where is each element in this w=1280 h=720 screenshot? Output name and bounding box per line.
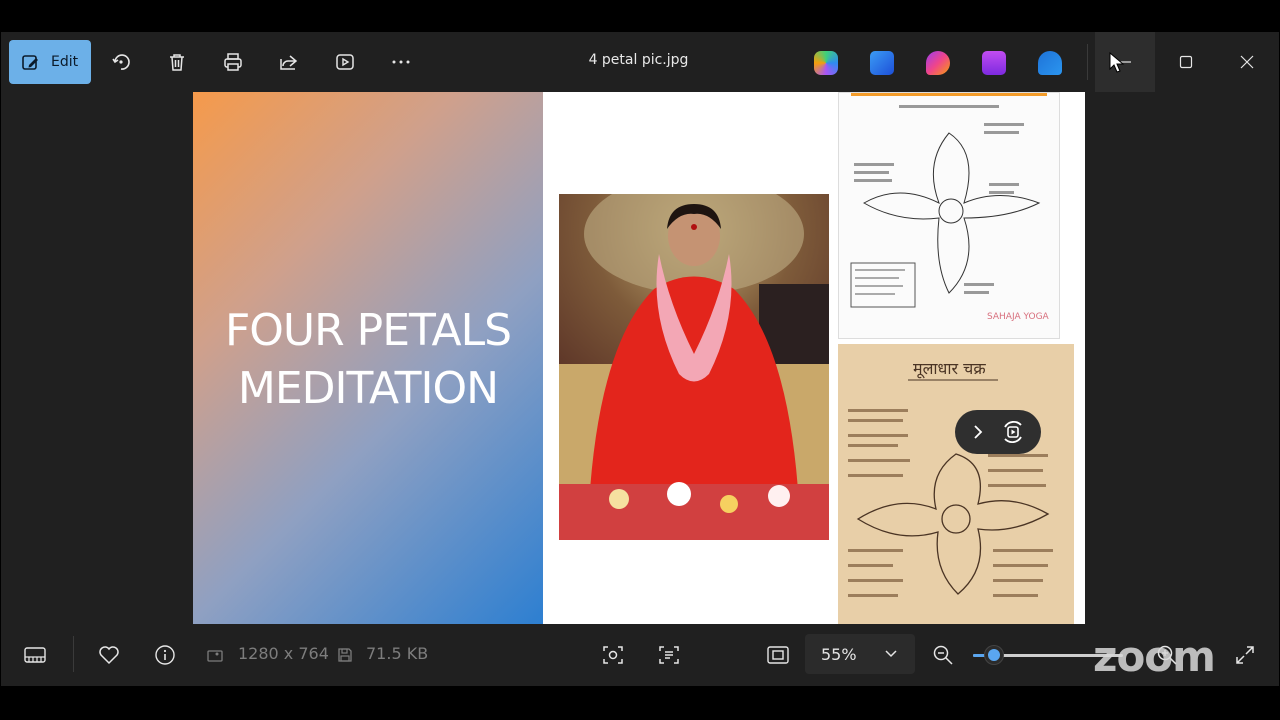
fullscreen-button[interactable] bbox=[1233, 643, 1257, 667]
slide-title-line2: MEDITATION bbox=[237, 363, 499, 414]
chevron-down-icon bbox=[885, 650, 897, 658]
diagram-bottom-header: मूलाधार चक्र bbox=[913, 359, 986, 379]
maximize-button[interactable] bbox=[1156, 32, 1216, 92]
print-button[interactable] bbox=[217, 46, 249, 78]
live-view-icon[interactable] bbox=[999, 418, 1027, 446]
heart-icon bbox=[99, 646, 119, 665]
image-canvas[interactable]: FOUR PETALS MEDITATION SAHAJA YOGA मूलाध… bbox=[193, 92, 1085, 624]
next-image-icon[interactable] bbox=[970, 424, 986, 440]
zoom-out-button[interactable] bbox=[931, 643, 955, 667]
visual-search-icon bbox=[603, 646, 623, 664]
edit-button[interactable]: Edit bbox=[9, 40, 91, 84]
delete-button[interactable] bbox=[161, 46, 193, 78]
copilot-icon[interactable] bbox=[814, 51, 838, 75]
photos-window: Edit 4 petal pic.jpg FOUR PETALS MEDITAT… bbox=[1, 32, 1279, 686]
file-size-icon bbox=[338, 648, 352, 662]
extract-text-icon bbox=[659, 646, 679, 664]
fullscreen-icon bbox=[1236, 646, 1254, 664]
image-dimensions: 1280 x 764 bbox=[238, 644, 329, 663]
info-button[interactable] bbox=[153, 643, 177, 667]
toolbar: Edit 4 petal pic.jpg bbox=[1, 32, 1279, 92]
fit-to-window-icon bbox=[767, 646, 789, 664]
portrait-illustration bbox=[559, 194, 829, 540]
diagram-top-footer: SAHAJA YOGA bbox=[987, 312, 1050, 322]
close-icon bbox=[1240, 55, 1254, 69]
slide-gradient-panel: FOUR PETALS MEDITATION bbox=[193, 92, 543, 624]
file-size: 71.5 KB bbox=[366, 644, 429, 663]
chakra-diagram-english: SAHAJA YOGA bbox=[838, 92, 1060, 339]
slide-title-line1: FOUR PETALS bbox=[224, 305, 512, 356]
slide-title: FOUR PETALS MEDITATION bbox=[193, 302, 543, 418]
edit-image-icon bbox=[22, 55, 38, 70]
zoom-level-value: 55% bbox=[821, 644, 857, 664]
slideshow-icon bbox=[336, 54, 354, 70]
extract-text-button[interactable] bbox=[657, 643, 681, 667]
zoom-slider-thumb[interactable] bbox=[985, 646, 1003, 664]
more-icon bbox=[392, 60, 410, 64]
four-petal-diagram: SAHAJA YOGA bbox=[850, 105, 1050, 322]
view-overlay-pill bbox=[955, 410, 1041, 454]
visual-search-button[interactable] bbox=[601, 643, 625, 667]
zoom-watermark: zoom bbox=[1093, 632, 1216, 681]
fit-to-window-button[interactable] bbox=[766, 643, 790, 667]
zoom-out-icon bbox=[933, 645, 953, 665]
maximize-icon bbox=[1179, 55, 1193, 69]
print-icon bbox=[224, 53, 242, 71]
favorite-button[interactable] bbox=[97, 643, 121, 667]
photos-app-screen: Edit 4 petal pic.jpg FOUR PETALS MEDITAT… bbox=[0, 0, 1280, 720]
filmstrip-icon bbox=[24, 647, 46, 663]
film-icon[interactable] bbox=[982, 51, 1006, 75]
rotate-icon bbox=[112, 54, 130, 70]
window-title: 4 petal pic.jpg bbox=[588, 52, 689, 68]
zoom-level-dropdown[interactable]: 55% bbox=[805, 634, 915, 674]
dimensions-icon bbox=[207, 650, 223, 662]
slideshow-button[interactable] bbox=[329, 46, 361, 78]
clipchamp-icon[interactable] bbox=[926, 51, 950, 75]
edit-label: Edit bbox=[51, 54, 79, 70]
share-icon bbox=[280, 55, 298, 70]
mouse-cursor-icon bbox=[1109, 52, 1125, 73]
status-divider bbox=[73, 636, 74, 672]
toolbar-divider bbox=[1087, 44, 1088, 80]
mooladhara-diagram: मूलाधार चक्र bbox=[848, 359, 1053, 597]
status-bar: 1280 x 764 71.5 KB 55% zoom bbox=[1, 624, 1279, 686]
screen-top-margin bbox=[0, 0, 1280, 32]
onedrive-icon[interactable] bbox=[1038, 51, 1062, 75]
chakra-diagram-hindi: मूलाधार चक्र bbox=[838, 344, 1074, 624]
minimize-button[interactable] bbox=[1095, 32, 1155, 92]
more-button[interactable] bbox=[385, 46, 417, 78]
delete-icon bbox=[170, 54, 184, 71]
designer-icon[interactable] bbox=[870, 51, 894, 75]
close-button[interactable] bbox=[1217, 32, 1277, 92]
filmstrip-button[interactable] bbox=[23, 643, 47, 667]
portrait-photo bbox=[559, 194, 829, 540]
info-icon bbox=[155, 645, 175, 665]
rotate-button[interactable] bbox=[105, 46, 137, 78]
share-button[interactable] bbox=[273, 46, 305, 78]
diagram-top-bar bbox=[851, 93, 1047, 96]
